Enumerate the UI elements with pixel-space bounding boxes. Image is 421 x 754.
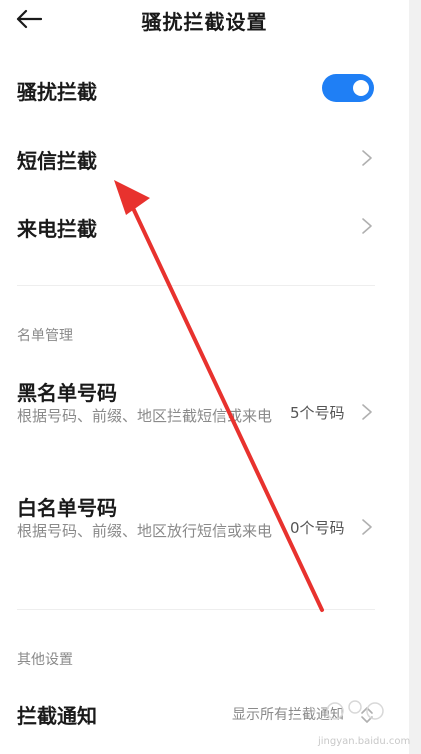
toggle-knob: [353, 80, 369, 96]
chevron-right-icon: [362, 150, 372, 166]
blacklist-row[interactable]: 黑名单号码 根据号码、前缀、地区拦截短信或来电 5个号码: [0, 372, 390, 452]
header: 骚扰拦截设置: [0, 0, 409, 38]
whitelist-label: 白名单号码: [17, 496, 117, 520]
sms-intercept-row[interactable]: 短信拦截: [0, 138, 390, 178]
chevron-right-icon: [362, 218, 372, 234]
divider: [17, 609, 375, 610]
page-title: 骚扰拦截设置: [141, 10, 268, 34]
call-intercept-label: 来电拦截: [17, 217, 97, 241]
blacklist-description: 根据号码、前缀、地区拦截短信或来电: [17, 407, 273, 425]
call-intercept-row[interactable]: 来电拦截: [0, 206, 390, 246]
scrollbar-track[interactable]: [409, 0, 421, 754]
sms-intercept-label: 短信拦截: [17, 149, 97, 173]
settings-page: 骚扰拦截设置 骚扰拦截 短信拦截 来电拦截 名单管理 黑名单号码 根据号码、前缀…: [0, 0, 409, 754]
intercept-notify-label: 拦截通知: [17, 704, 97, 728]
watermark-text: jingyan.baidu.com: [318, 736, 411, 747]
section-title-list-management: 名单管理: [17, 328, 73, 344]
section-title-other-settings: 其他设置: [17, 652, 73, 668]
chevron-right-icon: [362, 519, 372, 535]
chevron-right-icon: [362, 404, 372, 420]
intercept-notify-value: 显示所有拦截通知: [232, 707, 344, 723]
blacklist-count: 5个号码: [290, 404, 345, 422]
chevron-up-down-icon: [361, 707, 373, 723]
whitelist-description: 根据号码、前缀、地区放行短信或来电: [17, 522, 273, 540]
harass-intercept-toggle[interactable]: [322, 74, 374, 102]
whitelist-count: 0个号码: [290, 519, 345, 537]
harass-intercept-label: 骚扰拦截: [17, 80, 97, 104]
whitelist-row[interactable]: 白名单号码 根据号码、前缀、地区放行短信或来电 0个号码: [0, 487, 390, 567]
blacklist-label: 黑名单号码: [17, 381, 117, 405]
divider: [17, 285, 375, 286]
